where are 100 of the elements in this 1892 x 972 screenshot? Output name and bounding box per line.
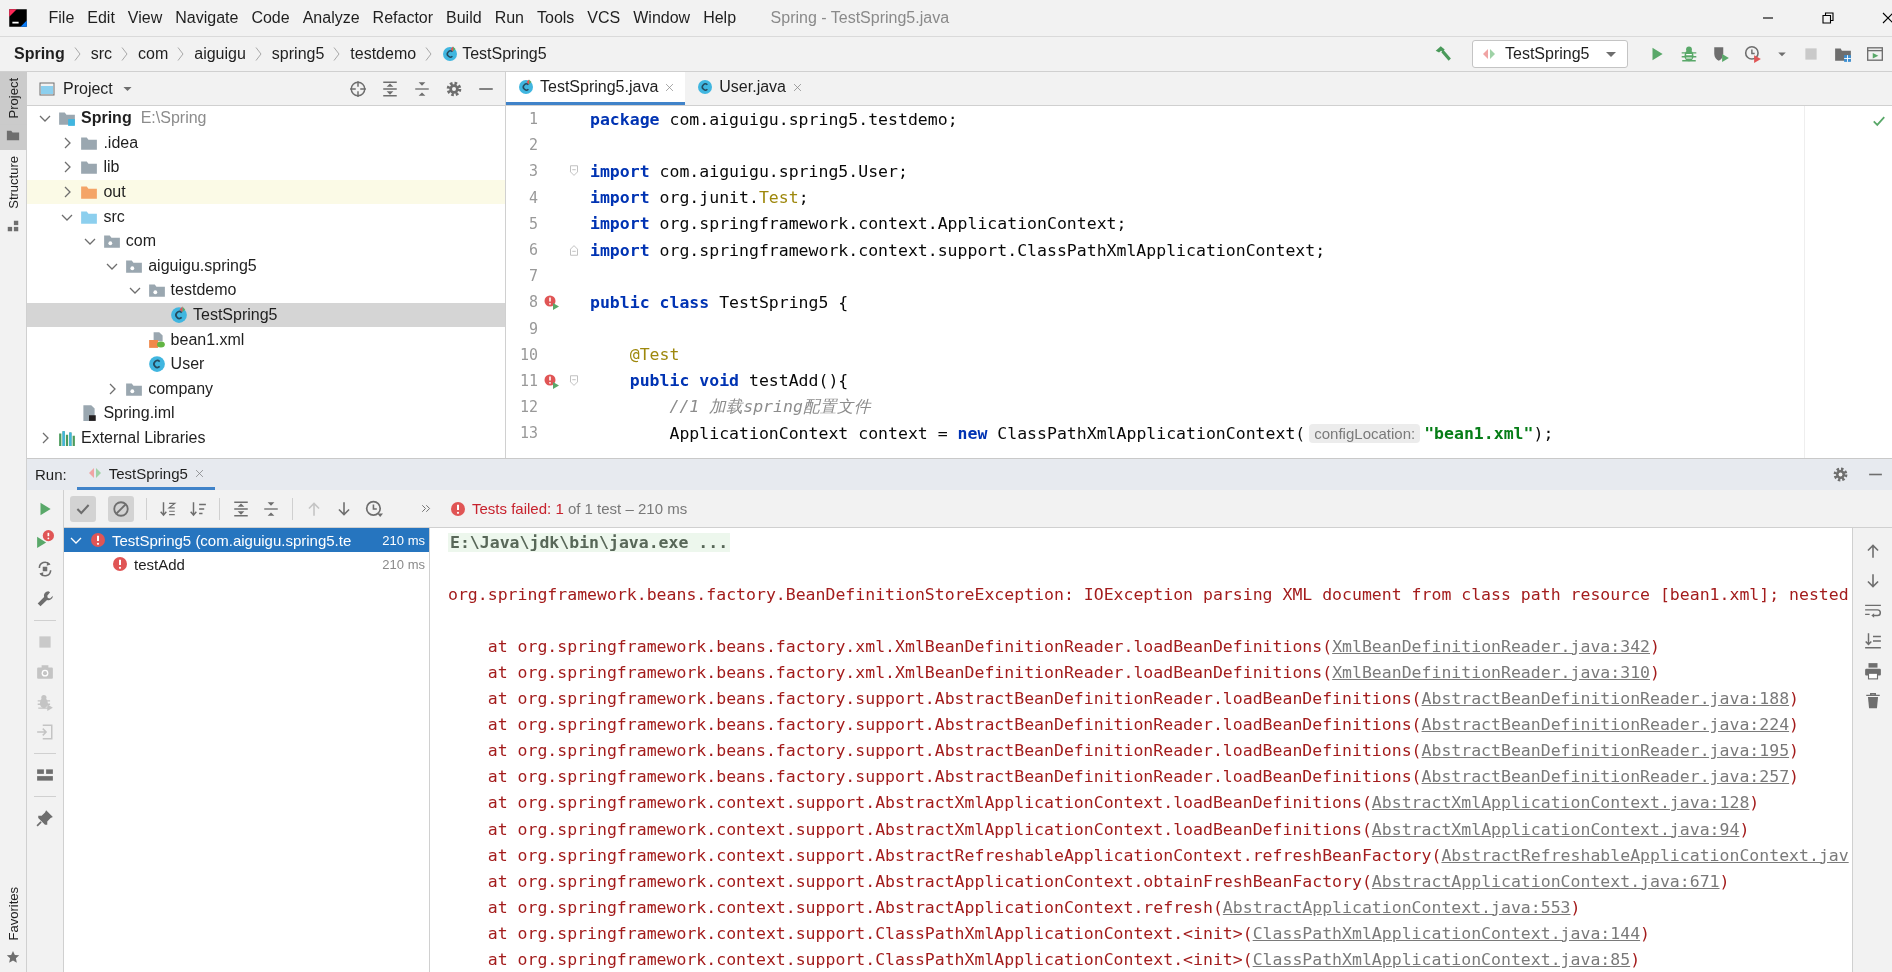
settings-icon[interactable] <box>445 79 463 98</box>
run-config-dropdown[interactable]: TestSpring5 <box>1472 40 1628 68</box>
tree-item[interactable]: bean1.xml <box>27 327 505 352</box>
tree-item[interactable]: Spring E:\Spring <box>27 106 505 131</box>
test-item[interactable]: TestSpring5 (com.aiguigu.spring5.te 210 ms <box>64 528 429 552</box>
code-line: import org.springframework.context.ApplicationContext; <box>589 214 1127 234</box>
scroll-to-end-icon[interactable] <box>1863 632 1882 650</box>
tree-item[interactable]: com <box>27 228 505 254</box>
source-link[interactable]: AbstractXmlApplicationContext.java:128 <box>1371 793 1750 813</box>
tree-item[interactable]: .idea <box>27 130 505 156</box>
tree-item[interactable]: aiguigu.spring5 <box>27 253 505 279</box>
tree-item[interactable]: TestSpring5 <box>27 302 505 328</box>
restore-icon[interactable] <box>1820 10 1836 26</box>
sort-icon[interactable] <box>189 499 207 518</box>
structure-icon[interactable] <box>6 219 20 234</box>
menu-item[interactable]: Navigate <box>168 9 245 27</box>
profiler-icon[interactable] <box>1744 45 1762 63</box>
breadcrumb-item[interactable]: testdemo <box>350 45 417 63</box>
source-link[interactable]: XmlBeanDefinitionReader.java:342 <box>1332 636 1650 656</box>
tree-item[interactable]: testdemo <box>27 278 505 303</box>
pin-icon[interactable] <box>36 809 54 827</box>
breadcrumb-item[interactable]: Spring <box>14 45 65 63</box>
rerun-failed-icon[interactable] <box>36 530 54 548</box>
folder-icon[interactable] <box>6 128 20 143</box>
coverage-icon[interactable] <box>1712 45 1730 63</box>
settings-icon[interactable] <box>1832 466 1849 483</box>
print-icon[interactable] <box>1863 662 1882 680</box>
error-icon <box>450 500 466 517</box>
menu-item[interactable]: Run <box>488 9 531 27</box>
xml-file-icon <box>147 330 166 349</box>
folder-icon[interactable] <box>1834 45 1852 63</box>
auto-test-icon[interactable] <box>36 560 54 578</box>
run-test-icon[interactable] <box>544 372 560 389</box>
tool-window-tab[interactable]: Structure <box>0 150 27 216</box>
test-item[interactable]: testAdd 210 ms <box>64 552 429 576</box>
close-icon[interactable] <box>1880 10 1892 26</box>
wrench-icon[interactable] <box>36 590 54 608</box>
editor-tab[interactable]: TestSpring5.java <box>506 72 686 105</box>
source-link[interactable]: AbstractBeanDefinitionReader.java:224 <box>1421 715 1790 735</box>
menu-item[interactable]: View <box>121 9 169 27</box>
parameter-hint: configLocation: <box>1309 423 1421 443</box>
star-icon[interactable] <box>6 950 20 964</box>
folder-icon <box>80 183 99 202</box>
menu-item[interactable]: VCS <box>580 9 627 27</box>
editor-tab[interactable]: User.java <box>685 72 813 105</box>
sort-alphabetical-icon[interactable] <box>159 499 177 518</box>
line-number: 6 <box>527 241 538 260</box>
test-config-icon <box>1481 46 1497 62</box>
panel-title-dropdown[interactable]: Project <box>35 77 138 100</box>
collapse-all-icon[interactable] <box>413 79 431 98</box>
menu-item[interactable]: File <box>42 9 81 27</box>
locate-icon[interactable] <box>349 79 367 98</box>
menu-item[interactable]: Build <box>439 9 489 27</box>
expand-all-icon[interactable] <box>232 499 250 518</box>
menu-item[interactable]: Help <box>696 9 743 27</box>
menu-item[interactable]: Code <box>244 9 297 27</box>
tool-window-tab[interactable]: Favorites <box>0 880 27 946</box>
menu-item[interactable]: Refactor <box>366 9 440 27</box>
tree-item[interactable]: External Libraries <box>27 425 505 451</box>
breadcrumb-item[interactable]: com <box>138 45 169 63</box>
breadcrumb-item[interactable]: aiguigu <box>194 45 246 63</box>
error-icon <box>112 556 128 572</box>
breadcrumb-item[interactable]: TestSpring5 <box>442 45 547 63</box>
breadcrumb-item[interactable]: src <box>90 45 112 63</box>
source-link[interactable]: AbstractApplicationContext.java:553 <box>1222 897 1571 917</box>
toggle-button[interactable] <box>108 495 134 522</box>
history-icon[interactable] <box>365 499 383 518</box>
source-link[interactable]: ClassPathXmlApplicationContext.java:85 <box>1252 950 1631 970</box>
tree-item[interactable]: src <box>27 204 505 229</box>
tree-item[interactable]: lib <box>27 155 505 180</box>
menu-item[interactable]: Edit <box>80 9 122 27</box>
source-link[interactable]: AbstractBeanDefinitionReader.java:188 <box>1421 689 1790 709</box>
breadcrumb-item[interactable]: spring5 <box>271 45 325 63</box>
menu-item[interactable]: Window <box>626 9 697 27</box>
run-tab[interactable]: TestSpring5 <box>76 459 215 490</box>
source-link[interactable]: AbstractXmlApplicationContext.java:94 <box>1371 819 1740 839</box>
tree-item[interactable]: Spring.iml <box>27 401 505 426</box>
hammer-icon[interactable] <box>1434 45 1452 63</box>
layout-icon[interactable] <box>36 766 54 784</box>
tree-item[interactable]: User <box>27 351 505 377</box>
soft-wrap-icon[interactable] <box>1863 602 1882 620</box>
window-icon[interactable] <box>1866 45 1884 63</box>
panel-label: Run: <box>34 466 68 483</box>
source-link[interactable]: XmlBeanDefinitionReader.java:310 <box>1332 663 1650 682</box>
source-link[interactable]: AbstractBeanDefinitionReader.java:257 <box>1421 767 1790 787</box>
menu-item[interactable]: Analyze <box>296 9 367 27</box>
collapse-all-icon[interactable] <box>262 499 280 518</box>
menu-item[interactable]: Tools <box>530 9 581 27</box>
trash-icon[interactable] <box>1863 692 1882 710</box>
more-icon[interactable] <box>419 502 432 515</box>
expand-all-icon[interactable] <box>381 79 399 98</box>
tree-item[interactable]: out <box>27 179 505 205</box>
source-link[interactable]: AbstractRefreshableApplicationContext.jav <box>1441 845 1849 865</box>
toggle-button[interactable] <box>70 495 96 522</box>
debug-icon[interactable] <box>1680 45 1698 63</box>
tree-item[interactable]: company <box>27 376 505 402</box>
source-link[interactable]: ClassPathXmlApplicationContext.java:144 <box>1252 923 1641 943</box>
run-test-icon[interactable] <box>544 294 560 311</box>
source-link[interactable]: AbstractBeanDefinitionReader.java:195 <box>1421 741 1790 761</box>
source-link[interactable]: AbstractApplicationContext.java:671 <box>1371 871 1720 891</box>
